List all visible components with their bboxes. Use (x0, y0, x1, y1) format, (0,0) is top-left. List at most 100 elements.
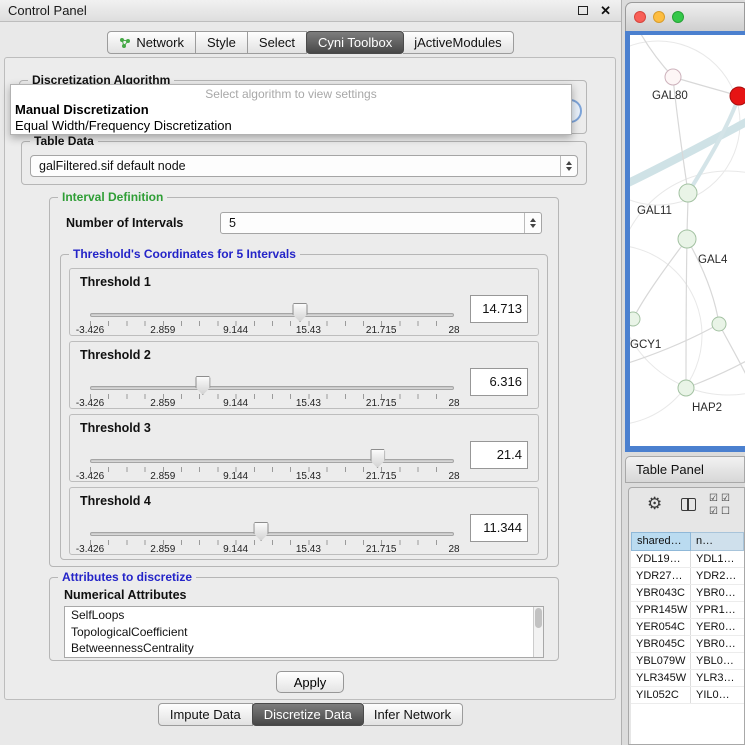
slider-track[interactable] (90, 459, 454, 463)
close-icon[interactable]: ✕ (600, 4, 611, 17)
slider-track[interactable] (90, 532, 454, 536)
slider-scale: -3.426 2.859 9.144 15.43 21.715 28 (90, 325, 454, 337)
slider-track[interactable] (90, 386, 454, 390)
cell[interactable]: YDR27… (631, 568, 691, 584)
slider-thumb[interactable] (254, 522, 269, 541)
number-of-intervals-spinner[interactable]: 5 (220, 212, 542, 234)
list-item[interactable]: SelfLoops (65, 607, 543, 624)
svg-text:GAL4: GAL4 (698, 254, 728, 266)
node-table: shared… n… YDL19…YDL1… YDR27…YDR2… YBR04… (631, 532, 744, 744)
attributes-group-label: Attributes to discretize (58, 570, 196, 584)
cell[interactable]: YDR2… (691, 568, 744, 584)
scale-label: 2.859 (150, 398, 175, 409)
algorithm-dropdown-popup: Select algorithm to view settings Manual… (10, 84, 572, 135)
gear-icon[interactable]: ⚙ (647, 494, 662, 514)
scale-label: 15.43 (296, 544, 321, 555)
cell[interactable]: YBR0… (691, 585, 744, 601)
threshold-4-slider[interactable]: -3.426 2.859 9.144 15.43 21.715 28 (90, 488, 454, 554)
table-panel-title: Table Panel (636, 462, 704, 477)
scale-label: -3.426 (76, 544, 104, 555)
cell[interactable]: YPR1… (691, 602, 744, 618)
table-data-combobox[interactable]: galFiltered.sif default node (30, 155, 578, 177)
table-row[interactable]: YIL052CYIL0… (631, 687, 744, 704)
mac-zoom-button[interactable] (672, 11, 684, 23)
cell[interactable]: YPR145W (631, 602, 691, 618)
select-columns-icon[interactable]: ☑ ☑ ☑ ☐ (709, 492, 733, 518)
list-scrollbar[interactable] (533, 607, 543, 657)
cell[interactable]: YBL0… (691, 653, 744, 669)
scale-label: 28 (448, 325, 459, 336)
columns-icon[interactable] (681, 498, 696, 511)
dropdown-option-equal-width[interactable]: Equal Width/Frequency Discretization (11, 118, 571, 134)
threshold-2-slider[interactable]: -3.426 2.859 9.144 15.43 21.715 28 (90, 342, 454, 408)
tab-impute-data-label: Impute Data (170, 707, 241, 722)
checkbox-icon: ☑ (709, 492, 721, 505)
threshold-1-slider[interactable]: -3.426 2.859 9.144 15.43 21.715 28 (90, 269, 454, 335)
cell[interactable]: YLR3… (691, 670, 744, 686)
table-row[interactable]: YLR345WYLR3… (631, 670, 744, 687)
cell[interactable]: YBL079W (631, 653, 691, 669)
float-window-icon[interactable] (578, 6, 588, 15)
column-header-name[interactable]: n… (691, 532, 744, 551)
scrollbar-thumb[interactable] (535, 608, 542, 628)
cell[interactable]: YBR043C (631, 585, 691, 601)
cell[interactable]: YBR045C (631, 636, 691, 652)
tab-discretize-data[interactable]: Discretize Data (252, 703, 364, 726)
cell[interactable]: YDL19… (631, 551, 691, 567)
tab-cyni-toolbox[interactable]: Cyni Toolbox (306, 31, 404, 54)
table-row[interactable]: YBL079WYBL0… (631, 653, 744, 670)
attributes-listbox[interactable]: SelfLoops TopologicalCoefficient Between… (64, 606, 544, 658)
checkbox-icon: ☑ (721, 492, 733, 505)
table-header-row: shared… n… (631, 532, 744, 551)
slider-thumb[interactable] (195, 376, 210, 395)
tab-network[interactable]: Network (107, 31, 196, 54)
table-row[interactable]: YER054CYER0… (631, 619, 744, 636)
tab-jactivemodules-label: jActiveModules (414, 35, 501, 50)
cell[interactable]: YDL1… (691, 551, 744, 567)
slider-scale: -3.426 2.859 9.144 15.43 21.715 28 (90, 471, 454, 483)
threshold-3-slider[interactable]: -3.426 2.859 9.144 15.43 21.715 28 (90, 415, 454, 481)
slider-thumb[interactable] (370, 449, 385, 468)
cell[interactable]: YER0… (691, 619, 744, 635)
number-of-intervals-value: 5 (221, 216, 524, 230)
table-row[interactable]: YDR27…YDR2… (631, 568, 744, 585)
apply-button[interactable]: Apply (276, 671, 344, 693)
table-row[interactable]: YDL19…YDL1… (631, 551, 744, 568)
scale-label: 2.859 (150, 325, 175, 336)
scale-label: 9.144 (223, 544, 248, 555)
threshold-2-value-field[interactable]: 6.316 (470, 368, 528, 396)
network-graph[interactable]: GAL80GAL11GAL4GCY1HAP2 (630, 35, 745, 446)
table-row[interactable]: YBR045CYBR0… (631, 636, 744, 653)
checkbox-icon: ☑ (709, 505, 721, 518)
tab-impute-data[interactable]: Impute Data (158, 703, 253, 726)
network-view-frame: GAL80GAL11GAL4GCY1HAP2 (625, 31, 745, 452)
mac-close-button[interactable] (634, 11, 646, 23)
top-tab-bar: Network Style Select Cyni Toolbox jActiv… (0, 31, 621, 54)
threshold-3-value-field[interactable]: 21.4 (470, 441, 528, 469)
slider-scale: -3.426 2.859 9.144 15.43 21.715 28 (90, 544, 454, 556)
number-of-intervals-label: Number of Intervals (66, 216, 183, 230)
mac-minimize-button[interactable] (653, 11, 665, 23)
cell[interactable]: YIL0… (691, 687, 744, 703)
tab-select[interactable]: Select (248, 31, 307, 54)
tab-infer-network[interactable]: Infer Network (363, 703, 463, 726)
cell[interactable]: YER054C (631, 619, 691, 635)
tab-style[interactable]: Style (196, 31, 248, 54)
cell[interactable]: YIL052C (631, 687, 691, 703)
spinner-stepper[interactable] (524, 213, 541, 233)
table-row[interactable]: YBR043CYBR0… (631, 585, 744, 602)
column-header-shared-name[interactable]: shared… (631, 532, 691, 551)
tab-jactivemodules[interactable]: jActiveModules (403, 31, 513, 54)
cell[interactable]: YLR345W (631, 670, 691, 686)
slider-thumb[interactable] (293, 303, 308, 322)
threshold-4-value-field[interactable]: 11.344 (470, 514, 528, 542)
table-row[interactable]: YPR145WYPR1… (631, 602, 744, 619)
slider-track[interactable] (90, 313, 454, 317)
list-item[interactable]: BetweennessCentrality (65, 640, 543, 657)
threshold-1-value-field[interactable]: 14.713 (470, 295, 528, 323)
dropdown-option-manual-discretization[interactable]: Manual Discretization (11, 102, 571, 118)
network-canvas[interactable]: GAL80GAL11GAL4GCY1HAP2 (630, 35, 745, 446)
combobox-stepper[interactable] (560, 156, 577, 176)
list-item[interactable]: TopologicalCoefficient (65, 624, 543, 641)
cell[interactable]: YBR0… (691, 636, 744, 652)
